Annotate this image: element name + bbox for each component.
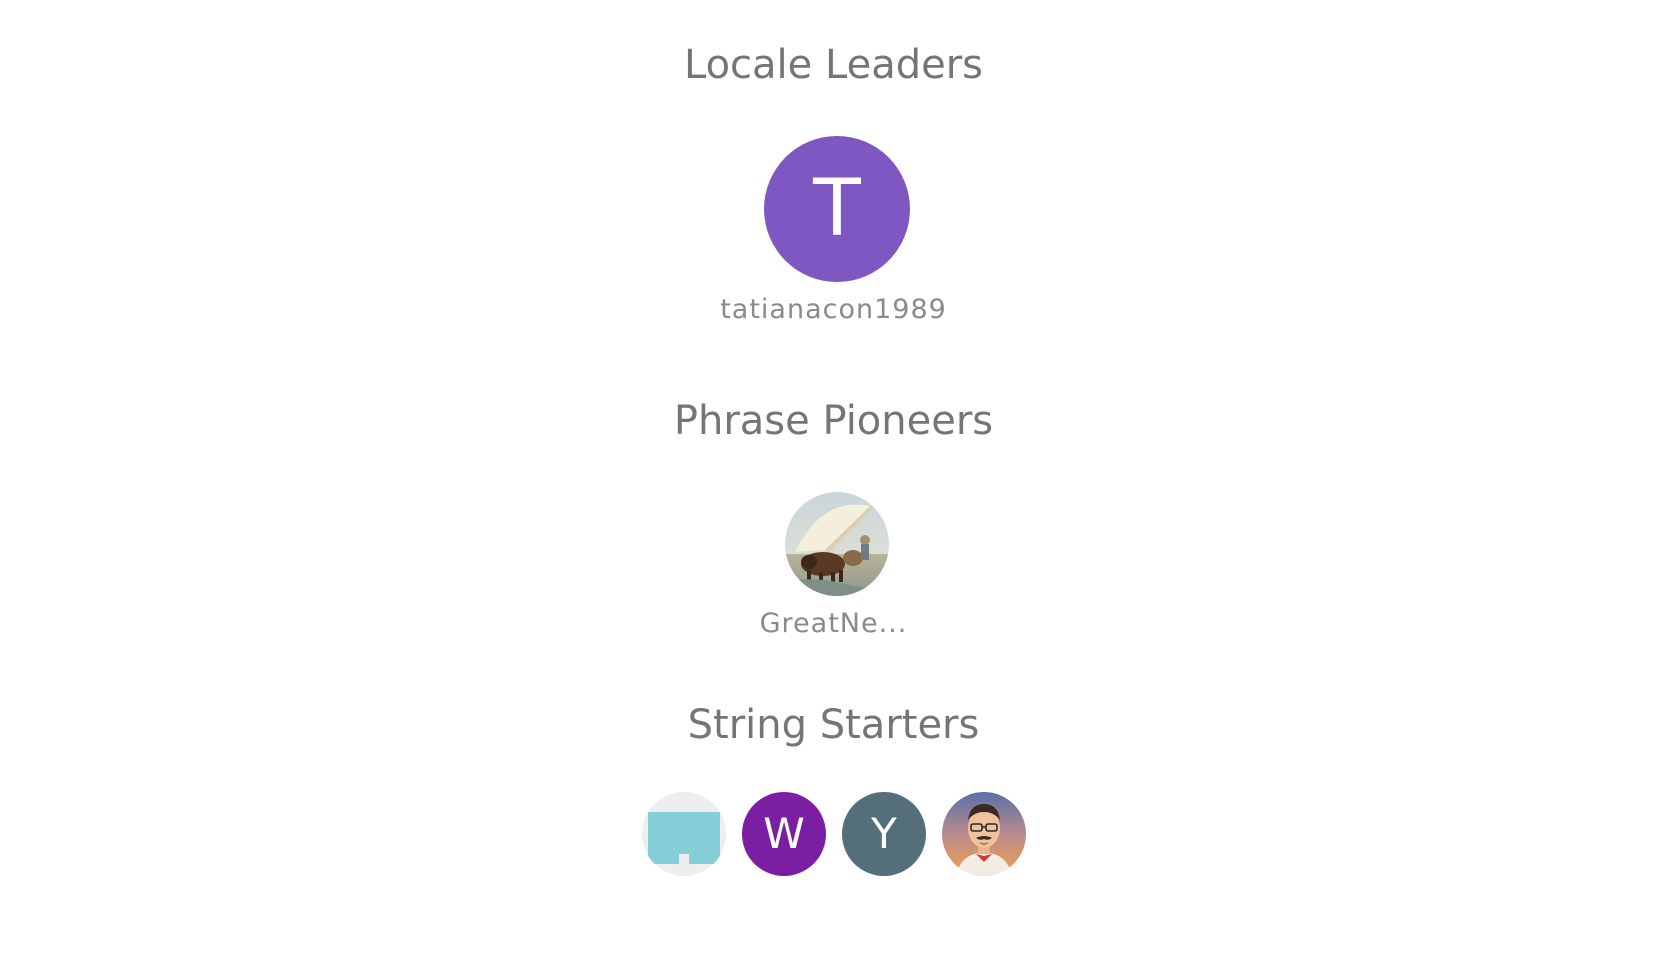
avatar-cartoon-man-image[interactable] <box>942 792 1026 876</box>
avatar-tatianacon1989[interactable]: T <box>764 136 910 282</box>
section-title-locale-leaders: Locale Leaders <box>684 42 983 88</box>
avatar-w[interactable]: W <box>742 792 826 876</box>
default-avatar-image <box>642 792 726 876</box>
username-label[interactable]: tatianacon1989 <box>0 293 1667 327</box>
username-label[interactable]: GreatNe... <box>0 607 1667 641</box>
avatar-painting-image[interactable] <box>785 492 889 596</box>
avatar-initial: W <box>763 809 805 858</box>
cartoon-man-avatar-image <box>942 792 1026 876</box>
section-title-string-starters: String Starters <box>687 702 980 748</box>
avatar-initial: T <box>813 164 861 254</box>
painting-avatar-image <box>785 492 889 596</box>
avatar-y[interactable]: Y <box>842 792 926 876</box>
section-title-phrase-pioneers: Phrase Pioneers <box>673 398 994 444</box>
avatar-initial: Y <box>871 809 897 858</box>
avatar-default-image[interactable] <box>642 792 726 876</box>
leaderboard-page: Locale Leaders T tatianacon1989 Phrase P… <box>0 0 1667 954</box>
